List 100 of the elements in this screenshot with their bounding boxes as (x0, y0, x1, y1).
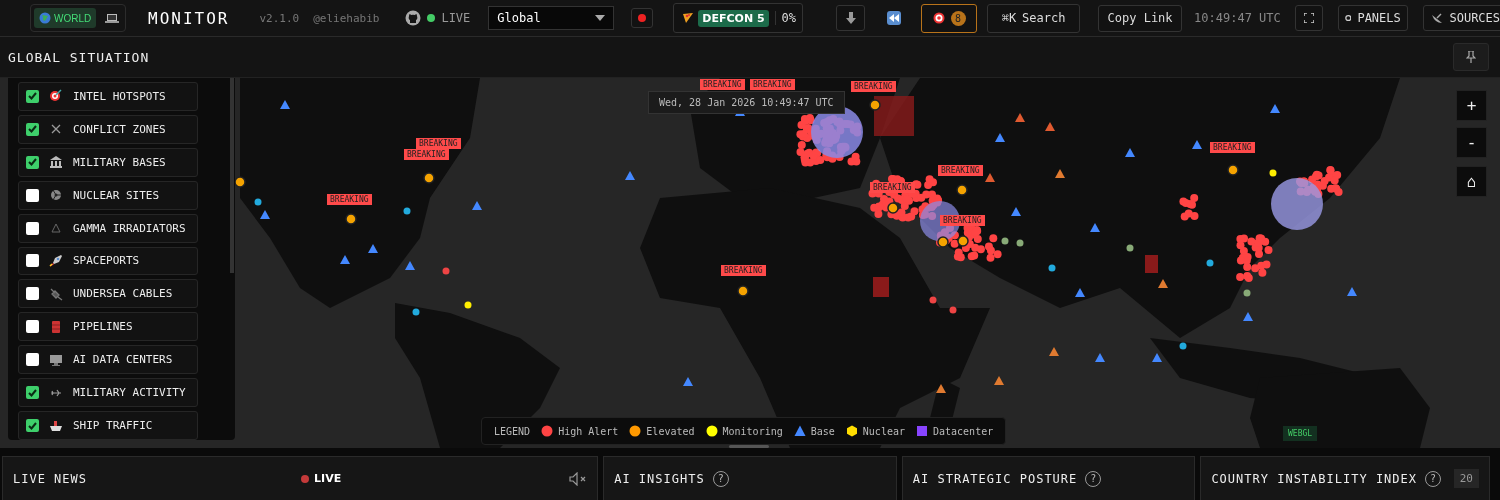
panel-title: GLOBAL SITUATION (8, 49, 150, 65)
author-link[interactable]: @eliehabib (313, 11, 380, 25)
layer-label: UNDERSEA CABLES (73, 287, 173, 301)
layer-toggle[interactable]: MILITARY ACTIVITY (18, 378, 198, 408)
github-icon[interactable] (405, 10, 422, 26)
zoom-in-button[interactable]: + (1456, 90, 1487, 121)
zoom-out-button[interactable]: - (1456, 127, 1487, 158)
legend-label: Elevated (646, 425, 695, 437)
live-indicator: LIVE (301, 472, 342, 485)
alerts-count-badge: 8 (950, 10, 966, 26)
renderer-badge: WEBGL (1283, 426, 1318, 441)
layer-label: SHIP TRAFFIC (73, 419, 153, 432)
panel-title: COUNTRY INSTABILITY INDEX (1211, 471, 1417, 486)
version-label: v2.1.0 (259, 11, 300, 25)
layer-toggle[interactable]: SHIP TRAFFIC (18, 411, 198, 440)
layer-label: NUCLEAR SITES (73, 188, 160, 202)
breaking-label: BREAKING (938, 165, 983, 176)
rewind-icon[interactable] (887, 11, 902, 25)
layer-toggle[interactable]: PIPELINES (18, 312, 198, 342)
panel-title: AI STRATEGIC POSTURE (912, 471, 1078, 486)
down-arrow-icon (845, 12, 856, 24)
ship-icon (49, 418, 63, 433)
barrel-icon (49, 319, 63, 334)
layer-label: SPACEPORTS (73, 254, 140, 268)
count-badge: 20 (1453, 469, 1479, 488)
layer-toggle[interactable]: MILITARY BASES (18, 147, 198, 177)
checkbox[interactable] (26, 287, 39, 301)
map-timestamp: Wed, 28 Jan 2026 10:49:47 UTC (648, 91, 845, 114)
checkbox[interactable] (26, 221, 39, 235)
satellite-dish-icon (1431, 12, 1444, 24)
legend-label: Monitoring (722, 425, 783, 437)
globe-icon (39, 12, 51, 24)
checkbox[interactable] (26, 188, 39, 202)
checkbox[interactable] (26, 419, 39, 432)
breaking-label: BREAKING (1210, 142, 1255, 153)
layer-label: GAMMA IRRADIATORS (73, 221, 186, 235)
legend-title: LEGEND (494, 425, 531, 437)
muted-speaker-icon[interactable] (569, 471, 588, 486)
laptop-icon (105, 12, 120, 24)
layer-toggle[interactable]: CONFLICT ZONES (18, 114, 198, 144)
breaking-label: BREAKING (404, 149, 449, 160)
legend-label: High Alert (558, 425, 619, 437)
caret-icon (595, 15, 606, 21)
alerts-button[interactable]: 8 (921, 3, 978, 33)
breaking-label: BREAKING (851, 81, 896, 92)
layer-label: MILITARY ACTIVITY (73, 386, 186, 400)
breaking-label: BREAKING (940, 215, 985, 226)
resize-handle[interactable] (729, 445, 769, 448)
download-button[interactable] (836, 5, 866, 31)
breaking-label: BREAKING (327, 194, 372, 205)
checkbox[interactable] (26, 89, 39, 103)
warning-triangle-icon (49, 221, 63, 236)
pizza-icon (682, 12, 695, 24)
monitor-icon (49, 352, 63, 367)
world-view-button[interactable]: WORLD (34, 8, 97, 28)
checkbox[interactable] (26, 353, 39, 367)
layer-label: AI DATA CENTERS (73, 353, 173, 367)
layer-toggle[interactable]: SPACEPORTS (18, 246, 198, 276)
app-title: MONITOR (148, 8, 230, 28)
region-select[interactable]: Global (488, 6, 615, 30)
pin-icon (1466, 51, 1476, 63)
checkbox[interactable] (26, 320, 39, 334)
breaking-label: BREAKING (700, 79, 745, 90)
checkbox[interactable] (26, 155, 39, 169)
checkbox[interactable] (26, 254, 39, 268)
checkbox[interactable] (26, 386, 39, 400)
defcon-button[interactable]: DEFCON 5 0% (673, 3, 804, 33)
layer-toggle[interactable]: AI DATA CENTERS (18, 345, 198, 375)
plug-icon (49, 286, 63, 301)
layer-toggle[interactable]: NUCLEAR SITES (18, 180, 198, 210)
pin-button[interactable] (1453, 43, 1489, 71)
building-icon (49, 155, 63, 170)
panel-title: LIVE NEWS (13, 471, 88, 486)
breaking-label: BREAKING (416, 138, 461, 149)
copy-link-button[interactable]: Copy Link (1098, 4, 1183, 32)
breaking-label: BREAKING (750, 79, 795, 90)
layer-label: MILITARY BASES (73, 155, 166, 169)
target-icon (932, 12, 945, 24)
record-button[interactable] (631, 8, 654, 28)
legend-label: Datacenter (933, 425, 994, 437)
checkmark-icon (28, 421, 37, 430)
panel-title: AI INSIGHTS (614, 471, 705, 486)
checkbox[interactable] (26, 122, 39, 136)
record-icon (638, 14, 647, 22)
target-icon (49, 89, 63, 104)
fullscreen-icon (1303, 13, 1314, 23)
layer-toggle[interactable]: INTEL HOTSPOTS (18, 82, 198, 111)
checkmark-icon (28, 125, 37, 134)
layer-label: CONFLICT ZONES (73, 122, 166, 136)
legend-label: Nuclear (862, 425, 905, 437)
checkmark-icon (28, 388, 37, 397)
layer-toggle[interactable]: UNDERSEA CABLES (18, 279, 198, 309)
home-button[interactable]: ⌂ (1456, 166, 1487, 197)
breaking-label: BREAKING (721, 265, 766, 276)
search-button[interactable]: ⌘K Search (987, 3, 1081, 33)
layer-toggle[interactable]: GAMMA IRRADIATORS (18, 213, 198, 243)
clock-label: 10:49:47 UTC (1194, 11, 1281, 25)
sources-button[interactable]: SOURCES (1422, 5, 1500, 31)
fullscreen-button[interactable] (1294, 5, 1323, 31)
panels-button[interactable]: PANELS (1337, 5, 1408, 31)
